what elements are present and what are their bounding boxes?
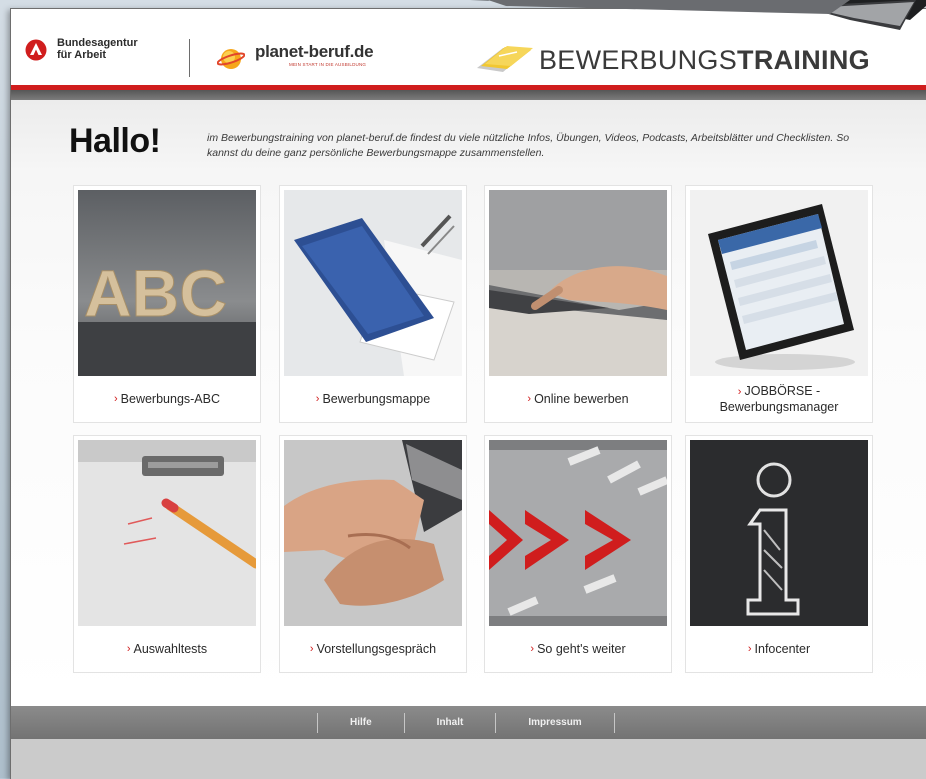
tile-label: › So geht's weiter	[485, 628, 671, 670]
tile-label-line1: JOBBÖRSE -	[744, 383, 821, 398]
chalk-info-sign-image	[690, 440, 868, 626]
tile-bewerbungsmappe[interactable]: › Bewerbungsmappe	[279, 185, 467, 423]
tile-label: › Vorstellungsgespräch	[280, 628, 466, 670]
chevron-right-icon: ›	[530, 642, 535, 655]
footer-link-inhalt[interactable]: Inhalt	[405, 717, 496, 728]
tile-label: › Bewerbungsmappe	[280, 378, 466, 420]
tile-label: › Bewerbungs-ABC	[74, 378, 260, 420]
footer-bar: Hilfe Inhalt Impressum	[11, 706, 926, 739]
planet-beruf-logo[interactable]: planet-beruf.de	[255, 42, 374, 62]
app-window: Bundesagentur für Arbeit planet-beruf.de…	[10, 8, 926, 779]
tile-label: › Online bewerben	[485, 378, 671, 420]
chevron-right-icon: ›	[315, 392, 320, 405]
tile-label-text: Vorstellungsgespräch	[316, 641, 437, 656]
logo-divider	[189, 39, 190, 77]
bottom-panel	[11, 739, 926, 779]
footer-nav: Hilfe Inhalt Impressum	[317, 706, 615, 739]
app-title-regular: BEWERBUNGS	[539, 45, 738, 75]
tile-bewerbungs-abc[interactable]: ABC › Bewerbungs-ABC	[73, 185, 261, 423]
handshake-image	[284, 440, 462, 626]
ba-logo-line2: für Arbeit	[57, 49, 107, 61]
footer-link-hilfe[interactable]: Hilfe	[318, 717, 404, 728]
intro-text: im Bewerbungstraining von planet-beruf.d…	[207, 132, 850, 159]
tile-label-text: Bewerbungsmappe	[322, 391, 431, 406]
footer-divider	[613, 712, 615, 733]
bundesagentur-logo-icon	[25, 39, 47, 61]
tile-auswahltests[interactable]: › Auswahltests	[73, 435, 261, 673]
page-curl-decoration	[470, 0, 926, 30]
tile-label-text: Online bewerben	[534, 391, 629, 406]
app-title-bold: TRAINING	[737, 45, 870, 75]
tile-label-text: Auswahltests	[133, 641, 208, 656]
tile-label-line2: Bewerbungsmanager	[719, 399, 839, 414]
blue-folder-image	[284, 190, 462, 376]
chevron-right-icon: ›	[747, 642, 752, 655]
tablet-image	[690, 190, 868, 376]
red-arrows-image	[489, 440, 667, 626]
clipboard-image	[78, 440, 256, 626]
chevron-right-icon: ›	[527, 392, 532, 405]
chevron-right-icon: ›	[126, 642, 131, 655]
planet-beruf-logo-icon	[217, 49, 245, 69]
header-gray-stripe	[11, 90, 926, 100]
footer-link-impressum[interactable]: Impressum	[496, 717, 613, 728]
tile-jobboerse[interactable]: › JOBBÖRSE - Bewerbungsmanager	[685, 185, 873, 423]
tile-infocenter[interactable]: › Infocenter	[685, 435, 873, 673]
app-title: BEWERBUNGSTRAINING	[539, 45, 870, 76]
planet-beruf-tagline: MEIN START IN DIE AUSBILDUNG	[289, 62, 367, 67]
chevron-right-icon: ›	[113, 392, 118, 405]
tile-so-gehts-weiter[interactable]: › So geht's weiter	[484, 435, 672, 673]
tile-vorstellungsgespraech[interactable]: › Vorstellungsgespräch	[279, 435, 467, 673]
tile-label: › JOBBÖRSE - Bewerbungsmanager	[686, 378, 872, 420]
tile-label-text: Infocenter	[754, 641, 811, 656]
tile-label: › Infocenter	[686, 628, 872, 670]
greeting-heading: Hallo!	[69, 122, 161, 160]
tile-online-bewerben[interactable]: › Online bewerben	[484, 185, 672, 423]
tile-label: › Auswahltests	[74, 628, 260, 670]
tile-label-text: So geht's weiter	[537, 641, 626, 656]
hand-on-laptop-image	[489, 190, 667, 376]
tile-label-text: Bewerbungs-ABC	[120, 391, 221, 406]
ba-logo-line1: Bundesagentur	[57, 37, 138, 49]
bewerbungstraining-logo-icon	[477, 46, 533, 72]
svg-text:ABC: ABC	[84, 256, 227, 330]
wooden-abc-letters-image: ABC	[78, 190, 256, 376]
bundesagentur-logo-text[interactable]: Bundesagentur für Arbeit	[57, 37, 138, 61]
chevron-right-icon: ›	[309, 642, 314, 655]
chevron-right-icon: ›	[737, 385, 742, 398]
